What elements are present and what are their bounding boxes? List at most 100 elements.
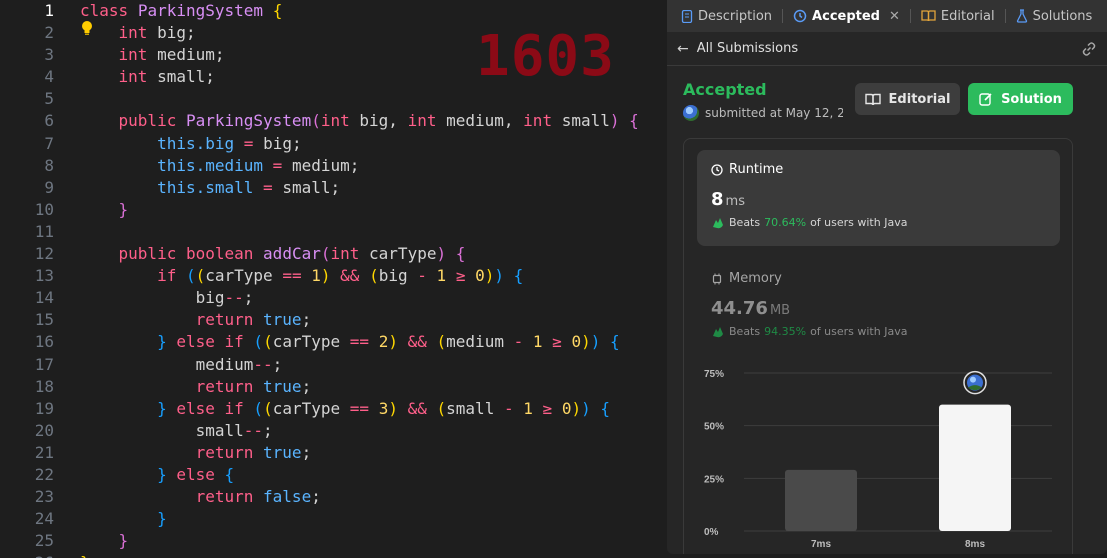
runtime-value: 8 [711,189,724,210]
line-number: 18 [34,376,54,396]
line-number: 3 [44,45,54,65]
tab-divider [909,9,911,23]
line-number: 25 [34,531,54,551]
line-number: 2 [44,23,54,43]
code-line: } else if ((carType == 2) && (medium - 1… [157,332,620,352]
x-tick-label: 8ms [965,539,985,550]
edit-icon [979,93,992,106]
all-submissions-link[interactable]: All Submissions [697,41,798,56]
line-number: 10 [34,199,54,219]
line-number: 8 [44,155,54,175]
avatar-marker-highlight [970,376,976,383]
link-icon[interactable] [1081,41,1097,57]
memory-chip-icon [712,273,722,284]
x-tick-label: 7ms [811,539,831,550]
line-number: 16 [34,332,54,352]
code-line: return false; [195,487,321,507]
tab-divider [782,9,784,23]
memory-value: 44.76 [711,298,768,319]
line-number: 24 [34,509,54,529]
line-number: 9 [44,177,54,197]
code-line: public boolean addCar(int carType) { [118,244,466,264]
code-line: } else if ((carType == 3) && (small - 1 … [157,398,611,418]
memory-unit: MB [769,303,791,318]
code-line: return true; [195,442,312,462]
code-line: } [157,509,167,529]
chart-bar [939,404,1011,531]
tab-description[interactable]: Description [677,0,776,32]
clap-icon [713,326,723,337]
code-line: this.big = big; [157,133,302,153]
close-tab-icon[interactable]: ✕ [889,9,900,24]
editorial-button[interactable]: Editorial [855,83,960,115]
code-line: } [118,199,129,219]
history-icon [793,9,807,23]
code-line: return true; [195,310,312,330]
y-tick-label: 75% [704,369,724,380]
avatar[interactable] [683,105,699,121]
line-number: 17 [34,354,54,374]
code-editor[interactable]: 1 2 3 4 5 6 7 8 9 10 11 12 13 14 15 16 17 18 19 20 21 22 23 24 2… [0,0,659,558]
tab-accepted[interactable]: Accepted ✕ [789,0,904,32]
y-tick-label: 50% [704,422,724,433]
line-number: 12 [34,244,54,264]
code-line: } [118,531,129,551]
line-number: 14 [34,288,54,308]
code-line: if ((carType == 1) && (big - 1 ≥ 0)) { [157,266,524,286]
book-icon [864,93,881,105]
code-line: big--; [195,288,254,308]
line-number: 22 [34,464,54,484]
line-number: 23 [34,487,54,507]
runtime-heading: Runtime [729,162,784,177]
code-line: int big; [118,23,196,43]
code-area[interactable]: class ParkingSystem { int big; int mediu… [80,0,659,558]
line-number-gutter: 1 2 3 4 5 6 7 8 9 10 11 12 13 14 15 16 17 18 19 20 21 22 23 24 2… [0,0,62,558]
code-line: class ParkingSystem { [80,1,283,20]
code-line: public ParkingSystem(int big, int medium… [118,111,639,131]
runtime-beats-percent: 70.64% [764,216,807,229]
submission-panel: Description Accepted ✕ Editorial Solutio… [667,0,1107,554]
line-number: 19 [34,398,54,418]
line-number: 21 [34,442,54,462]
document-icon [681,9,693,23]
code-line: this.small = small; [157,177,341,197]
line-number: 6 [44,111,54,131]
submission-status: Accepted submitted at May 12, 202 [683,80,843,121]
memory-section[interactable]: Memory 44.76 MB Beats 94.35% of users wit… [697,259,1060,349]
submitted-info: submitted at May 12, 202 [683,105,843,121]
memory-beats-percent: 94.35% [764,325,807,338]
line-number: 4 [44,67,54,87]
line-number: 26 [0,552,62,558]
clock-icon [711,163,723,176]
clap-icon [713,217,723,228]
tab-divider [1004,9,1006,23]
line-number: 1 [44,1,54,20]
y-tick-label: 25% [704,474,724,485]
code-line: } [80,552,659,558]
runtime-section[interactable]: Runtime 8 ms Beats 70.64% of users with J… [697,150,1060,246]
tab-editorial[interactable]: Editorial [917,0,999,32]
line-number: 13 [34,266,54,286]
line-number: 15 [34,310,54,330]
solution-button[interactable]: Solution [968,83,1073,115]
code-line: this.medium = medium; [157,155,360,175]
code-line: medium--; [195,354,283,374]
tab-solutions[interactable]: Solutions [1012,0,1097,32]
code-line: } else { [157,464,235,484]
runtime-unit: ms [725,194,745,209]
submission-subnav: ← All Submissions [667,32,1107,66]
result-label: Accepted [683,80,767,99]
memory-heading: Memory [729,271,782,286]
line-number: 7 [44,133,54,153]
code-line: return true; [195,376,312,396]
line-number: 5 [44,89,54,109]
code-line: int medium; [118,45,225,65]
flask-icon [1016,9,1027,23]
chart-bar [785,469,857,531]
runtime-distribution-chart[interactable]: 0% 25% 50% 75% 7ms 8ms [684,359,1074,554]
book-icon [921,10,936,22]
back-arrow-icon[interactable]: ← [677,41,689,57]
tab-bar: Description Accepted ✕ Editorial Solutio… [667,0,1107,32]
